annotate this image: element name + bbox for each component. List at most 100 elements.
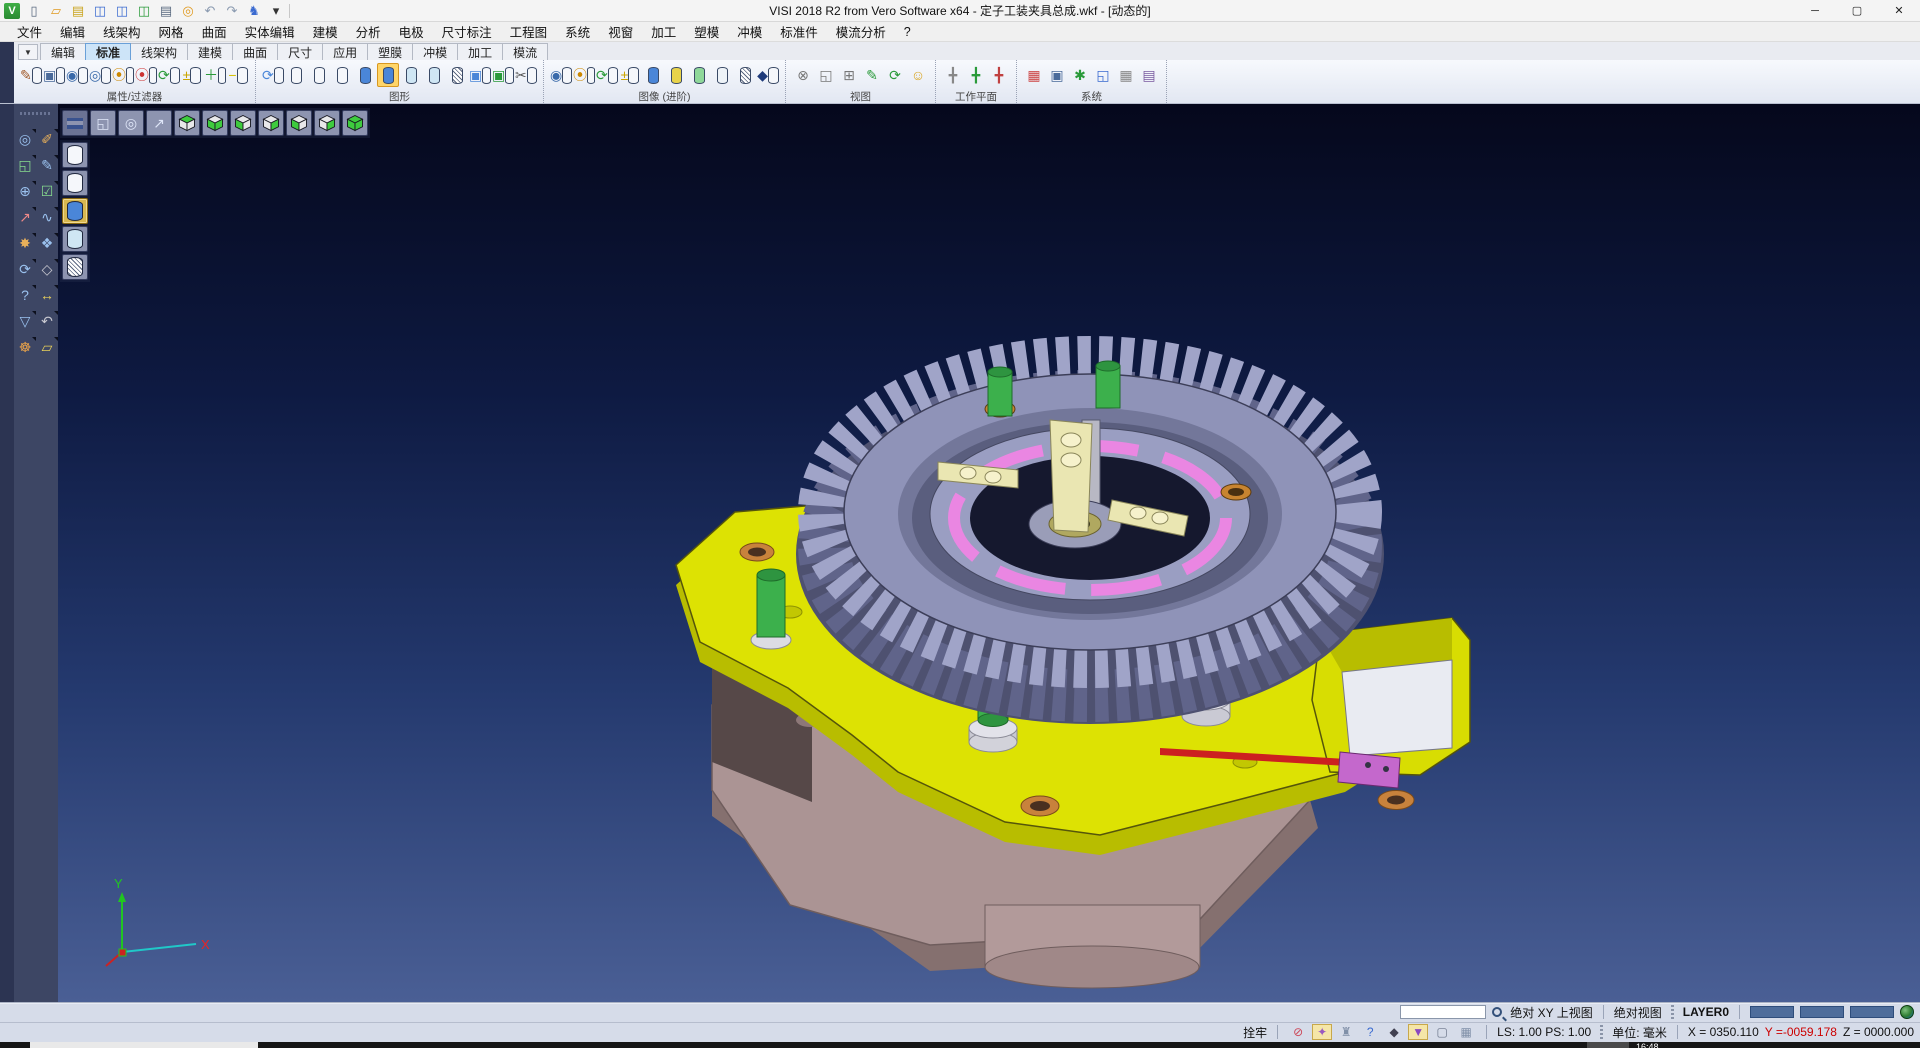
menu-item[interactable]: 分析 xyxy=(347,22,390,42)
ribbon-tab[interactable]: 线架构 xyxy=(130,43,188,60)
3d-viewport[interactable]: ◱◎↗ xyxy=(58,104,1920,1002)
menu-item[interactable]: 标准件 xyxy=(771,22,827,42)
refresh-visibility-icon[interactable]: ⟳ xyxy=(158,63,180,87)
solid-blue-icon[interactable] xyxy=(642,63,664,87)
shaded-edges-mode-icon[interactable] xyxy=(377,63,399,87)
shade-translucent-icon[interactable] xyxy=(62,226,88,252)
layer-manager-icon[interactable]: ▤ xyxy=(1138,63,1160,87)
taskbar-app-button[interactable] xyxy=(30,1042,258,1048)
attribute-edit-icon[interactable]: ✎ xyxy=(20,63,42,87)
menu-item[interactable]: 塑模 xyxy=(685,22,728,42)
screen-config-icon[interactable]: ▣ xyxy=(1046,63,1068,87)
menu-item[interactable]: 建模 xyxy=(304,22,347,42)
open-dock-icon[interactable]: ▱ xyxy=(36,336,58,358)
fit-view-icon[interactable]: ◱ xyxy=(90,110,116,136)
ribbon-tab[interactable]: 加工 xyxy=(457,43,503,60)
filter-traffic-2-icon[interactable]: ⦿ xyxy=(135,63,157,87)
cut-graphics-icon[interactable]: ✂ xyxy=(515,63,537,87)
import-file-icon[interactable]: ▤ xyxy=(68,2,88,20)
help-icon[interactable]: ? xyxy=(14,284,36,306)
ribbon-tab[interactable]: 应用 xyxy=(322,43,368,60)
paste-view-icon[interactable]: ▣ xyxy=(492,63,514,87)
view-mode-label[interactable]: 绝对视图 xyxy=(1614,1004,1662,1021)
zoom-view-icon[interactable]: ◎ xyxy=(118,110,144,136)
system-settings-icon[interactable]: ✱ xyxy=(1069,63,1091,87)
menu-item[interactable]: 加工 xyxy=(642,22,685,42)
redo-icon[interactable]: ↷ xyxy=(222,2,242,20)
view-left-icon[interactable] xyxy=(286,110,312,136)
advanced-filter-icon[interactable]: ⦿ xyxy=(573,63,595,87)
color-swatch[interactable] xyxy=(1850,1006,1894,1018)
refresh-model-icon[interactable]: ⟳ xyxy=(14,258,36,280)
solid-white-icon[interactable] xyxy=(711,63,733,87)
solid-snap-icon[interactable]: ▼ xyxy=(1408,1024,1428,1040)
flat-mode-icon[interactable] xyxy=(423,63,445,87)
ribbon-tab[interactable]: 建模 xyxy=(187,43,233,60)
undo-dock-icon[interactable]: ↶ xyxy=(36,310,58,332)
zoom-window-icon[interactable]: ◱ xyxy=(815,63,837,87)
menu-item[interactable]: 线架构 xyxy=(94,22,150,42)
workplane-entity-icon[interactable]: ╋ xyxy=(965,63,987,87)
shield-icon[interactable]: ◆ xyxy=(757,63,779,87)
ribbon-tab[interactable]: 尺寸 xyxy=(277,43,323,60)
macro-icon[interactable]: ♞ xyxy=(244,2,264,20)
advanced-toggle-icon[interactable]: ± xyxy=(619,63,641,87)
zoom-solid-icon[interactable]: ⊕ xyxy=(14,180,36,202)
search-icon[interactable] xyxy=(1492,1007,1502,1017)
shade-hidden-line-icon[interactable] xyxy=(62,170,88,196)
spline-icon[interactable]: ∿ xyxy=(36,206,58,228)
selection-zoom-icon[interactable]: ◎ xyxy=(14,128,36,150)
snap-lock-label[interactable]: 拴牢 xyxy=(1243,1024,1267,1041)
ribbon-tab[interactable]: 冲模 xyxy=(412,43,458,60)
extents-icon[interactable]: ◱ xyxy=(14,154,36,176)
hide-entities-icon[interactable]: ◎ xyxy=(89,63,111,87)
render-smile-icon[interactable]: ☺ xyxy=(907,63,929,87)
print-preview-icon[interactable]: ◎ xyxy=(178,2,198,20)
view-orientation-label[interactable]: 绝对 XY 上视图 xyxy=(1510,1004,1592,1021)
toolbar-handle-icon[interactable] xyxy=(62,110,88,136)
status-help-icon[interactable]: ? xyxy=(1360,1024,1380,1040)
wireframe-mode-icon[interactable] xyxy=(285,63,307,87)
menu-item[interactable]: 网格 xyxy=(150,22,193,42)
triad-view-icon[interactable]: ↗ xyxy=(146,110,172,136)
view-back-icon[interactable] xyxy=(258,110,284,136)
minimize-button[interactable]: ─ xyxy=(1794,0,1836,22)
ribbon-tab[interactable]: 标准 xyxy=(85,43,131,60)
solid-hatch-icon[interactable] xyxy=(734,63,756,87)
view-top-icon[interactable] xyxy=(174,110,200,136)
menu-item[interactable]: 实体编辑 xyxy=(236,22,304,42)
zoom-out-icon[interactable]: ⊗ xyxy=(792,63,814,87)
tab-dropdown-button[interactable]: ▼ xyxy=(18,44,38,60)
dynamic-pan-icon[interactable]: ✎ xyxy=(861,63,883,87)
menu-item[interactable]: 工程图 xyxy=(501,22,557,42)
view-frame-icon[interactable]: ⊞ xyxy=(838,63,860,87)
edit-curve-icon[interactable]: ✎ xyxy=(36,154,58,176)
globe-icon[interactable] xyxy=(1900,1005,1914,1019)
close-button[interactable]: ✕ xyxy=(1878,0,1920,22)
magic-filter-icon[interactable]: ✦ xyxy=(1312,1024,1332,1040)
shade-hatch-icon[interactable] xyxy=(62,254,88,280)
new-file-icon[interactable]: ▯ xyxy=(24,2,44,20)
workplane-view-icon[interactable]: ╋ xyxy=(988,63,1010,87)
taskbar-tray-button[interactable] xyxy=(1587,1042,1629,1048)
menu-item[interactable]: 曲面 xyxy=(193,22,236,42)
wireframe-dashed-mode-icon[interactable] xyxy=(331,63,353,87)
solid-valid-icon[interactable] xyxy=(688,63,710,87)
color-swatch[interactable] xyxy=(1800,1006,1844,1018)
add-filter-icon[interactable]: ＋ xyxy=(204,63,226,87)
delete-icon[interactable]: ▽ xyxy=(14,310,36,332)
measure-icon[interactable]: ↔ xyxy=(36,284,58,306)
copy-view-icon[interactable]: ▣ xyxy=(469,63,491,87)
menu-item[interactable]: 冲模 xyxy=(728,22,771,42)
windows-tile-icon[interactable]: ❖ xyxy=(36,232,58,254)
view-front-icon[interactable] xyxy=(230,110,256,136)
hatch-mode-icon[interactable] xyxy=(446,63,468,87)
save-all-icon[interactable]: ◫ xyxy=(134,2,154,20)
remove-filter-icon[interactable]: − xyxy=(227,63,249,87)
stamp-icon[interactable]: ♜ xyxy=(1336,1024,1356,1040)
attributes-paint-icon[interactable]: ✸ xyxy=(14,232,36,254)
advanced-refresh-icon[interactable]: ⟳ xyxy=(596,63,618,87)
active-layer-label[interactable]: LAYER0 xyxy=(1683,1005,1729,1019)
toggle-visibility-icon[interactable]: ± xyxy=(181,63,203,87)
menu-item[interactable]: 文件 xyxy=(8,22,51,42)
